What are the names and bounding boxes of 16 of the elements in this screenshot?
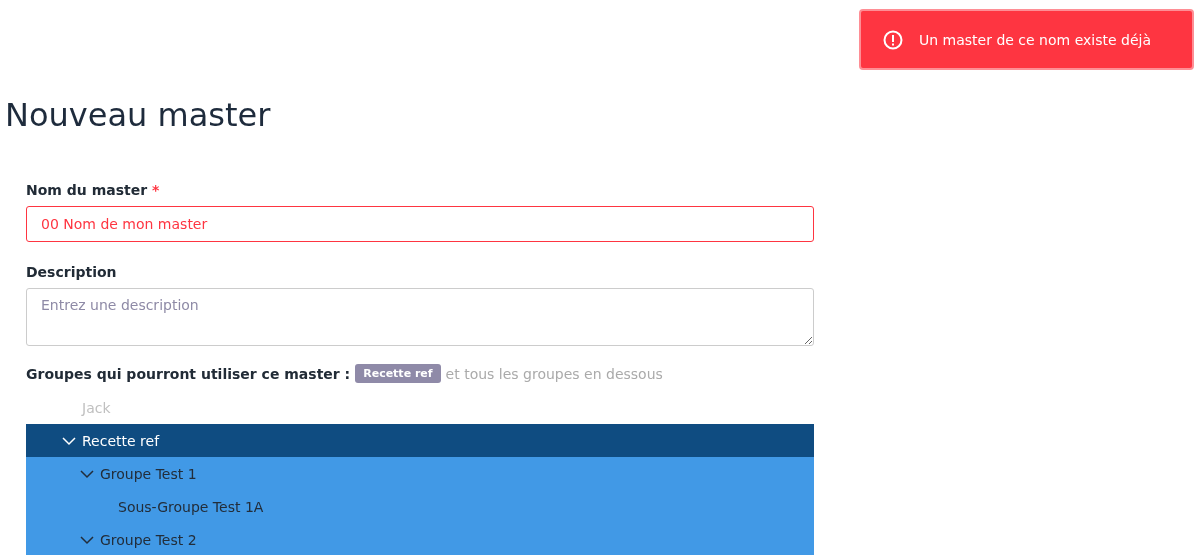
page-title: Nouveau master [5, 95, 271, 135]
field-label: Nom du master * [26, 182, 160, 198]
chevron-icon[interactable] [80, 534, 94, 545]
toast-message: Un master de ce nom existe déjà [919, 31, 1151, 48]
tree-item[interactable]: Sous-Groupe Test 1A [26, 490, 814, 523]
field-label: Groupes qui pourront utiliser ce master : [26, 365, 351, 382]
alert-icon [883, 29, 903, 50]
tree-item[interactable]: Recette ref [26, 424, 814, 457]
chevron-icon[interactable] [80, 468, 94, 479]
tree-item[interactable]: Groupe Test 2 [26, 523, 814, 555]
textarea-field[interactable]: Entrez une description [26, 288, 814, 346]
tree-item[interactable]: Groupe Test 1 [26, 457, 814, 490]
hint-text: et tous les groupes en dessous [445, 365, 663, 382]
input-field[interactable]: 00 Nom de mon master [26, 206, 814, 242]
group-tag: Recette ref [355, 364, 441, 383]
field-label: Description [26, 264, 117, 280]
